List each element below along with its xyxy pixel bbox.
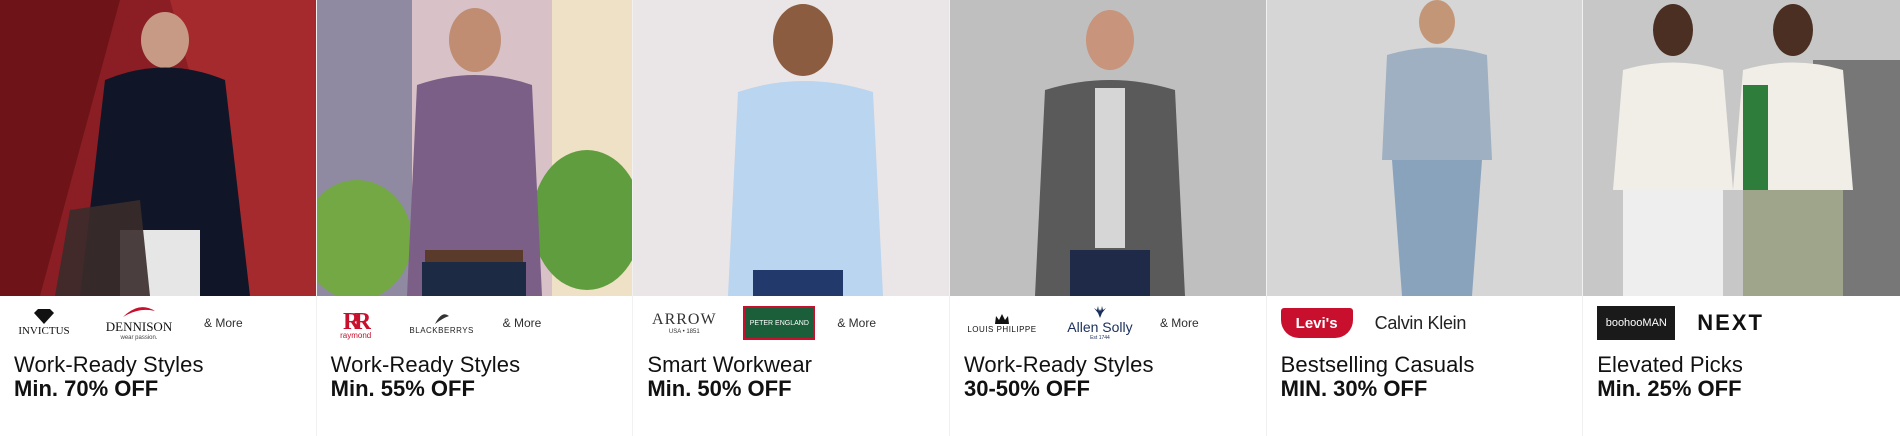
brand-name: Allen Solly: [1067, 319, 1133, 335]
banner-card-smart-workwear[interactable]: ARROW USA • 1851 PETER ENGLAND & More Sm…: [633, 0, 950, 436]
diamond-icon: [34, 309, 54, 324]
banner-card-elevated-picks[interactable]: boohooMAN NEXT Elevated Picks Min. 25% O…: [1583, 0, 1900, 436]
brand-name: boohooMAN: [1605, 317, 1667, 329]
brand-logos: LOUIS PHILIPPE Allen Solly Est 1744 & Mo…: [964, 300, 1256, 346]
invictus-logo[interactable]: INVICTUS: [14, 309, 74, 337]
brand-name: LOUIS PHILIPPE: [967, 324, 1037, 334]
banner-offer: Min. 70% OFF: [14, 376, 159, 401]
raymond-logo[interactable]: R R raymond: [331, 307, 381, 340]
brand-name: Calvin Klein: [1374, 312, 1467, 333]
banner-offer: 30-50% OFF: [963, 376, 1090, 401]
banner-offer: Min. 50% OFF: [647, 376, 792, 401]
leaf-icon: [434, 313, 449, 324]
banner-card-bestselling-casuals[interactable]: Levi's Calvin Klein Bestselling Casuals …: [1266, 0, 1584, 436]
brand-logos: ARROW USA • 1851 PETER ENGLAND & More: [647, 300, 939, 346]
brand-name: BLACKBERRYS: [409, 325, 474, 335]
banner-title: Work-Ready Styles: [330, 352, 521, 377]
swoosh-icon: [123, 307, 155, 317]
brand-name: raymond: [340, 330, 372, 340]
banner-photo: [1266, 0, 1583, 296]
blackberrys-logo[interactable]: BLACKBERRYS: [403, 312, 481, 335]
louis-philippe-logo[interactable]: LOUIS PHILIPPE: [964, 313, 1040, 334]
banner-offer: MIN. 30% OFF: [1280, 376, 1428, 401]
boohooman-logo[interactable]: boohooMAN: [1597, 306, 1676, 340]
more-brands-link[interactable]: & More: [837, 316, 876, 330]
crown-icon: [994, 313, 1009, 324]
banner-photo: [949, 0, 1266, 296]
banner-card-work-ready-70[interactable]: INVICTUS DENNISON wear passion. & More W…: [0, 0, 317, 436]
banner-title: Smart Workwear: [647, 352, 813, 377]
brand-name: ARROW: [652, 311, 717, 328]
brand-logos: boohooMAN NEXT: [1597, 300, 1890, 346]
banner-title: Work-Ready Styles: [14, 352, 204, 377]
brand-banner-strip: INVICTUS DENNISON wear passion. & More W…: [0, 0, 1900, 436]
brand-tagline: Est 1744: [1090, 335, 1110, 341]
brand-tagline: USA • 1851: [668, 329, 700, 335]
brand-name: NEXT: [1697, 310, 1764, 335]
banner-title: Bestselling Casuals: [1280, 352, 1475, 377]
banner-title: Elevated Picks: [1597, 352, 1743, 377]
banner-card-work-ready-30-50[interactable]: LOUIS PHILIPPE Allen Solly Est 1744 & Mo…: [949, 0, 1267, 436]
banner-photo: [0, 0, 316, 296]
brand-name: INVICTUS: [18, 325, 70, 337]
peter-england-logo[interactable]: PETER ENGLAND: [743, 306, 816, 340]
next-logo[interactable]: NEXT: [1697, 310, 1764, 336]
brand-logos: INVICTUS DENNISON wear passion. & More: [14, 300, 306, 346]
banner-offer: Min. 55% OFF: [330, 376, 475, 401]
brand-logos: Levi's Calvin Klein: [1280, 300, 1573, 346]
dennison-logo[interactable]: DENNISON wear passion.: [96, 305, 182, 341]
banner-title: Work-Ready Styles: [963, 352, 1154, 377]
svg-text:R: R: [354, 309, 371, 331]
brand-name: DENNISON: [105, 319, 173, 334]
calvin-klein-logo[interactable]: Calvin Klein: [1374, 312, 1467, 334]
arrow-logo[interactable]: ARROW USA • 1851: [647, 311, 721, 335]
deer-icon: [1093, 306, 1106, 318]
brand-logos: R R raymond BLACKBERRYS & More: [331, 300, 623, 346]
banner-offer: Min. 25% OFF: [1597, 376, 1742, 401]
banner-photo: [316, 0, 633, 296]
raymond-monogram-icon: R R: [343, 309, 371, 331]
more-brands-link[interactable]: & More: [1160, 316, 1199, 330]
brand-name: Levi's: [1295, 314, 1338, 332]
banner-photo: [1583, 0, 1900, 296]
more-brands-link[interactable]: & More: [204, 316, 243, 330]
banner-photo: [633, 0, 949, 296]
brand-tagline: wear passion.: [120, 335, 158, 341]
allen-solly-logo[interactable]: Allen Solly Est 1744: [1062, 305, 1138, 341]
brand-name: PETER ENGLAND: [749, 319, 809, 327]
more-brands-link[interactable]: & More: [503, 316, 542, 330]
levis-logo[interactable]: Levi's: [1280, 308, 1353, 338]
banner-card-work-ready-55[interactable]: R R raymond BLACKBERRYS & More Work-Read…: [316, 0, 634, 436]
